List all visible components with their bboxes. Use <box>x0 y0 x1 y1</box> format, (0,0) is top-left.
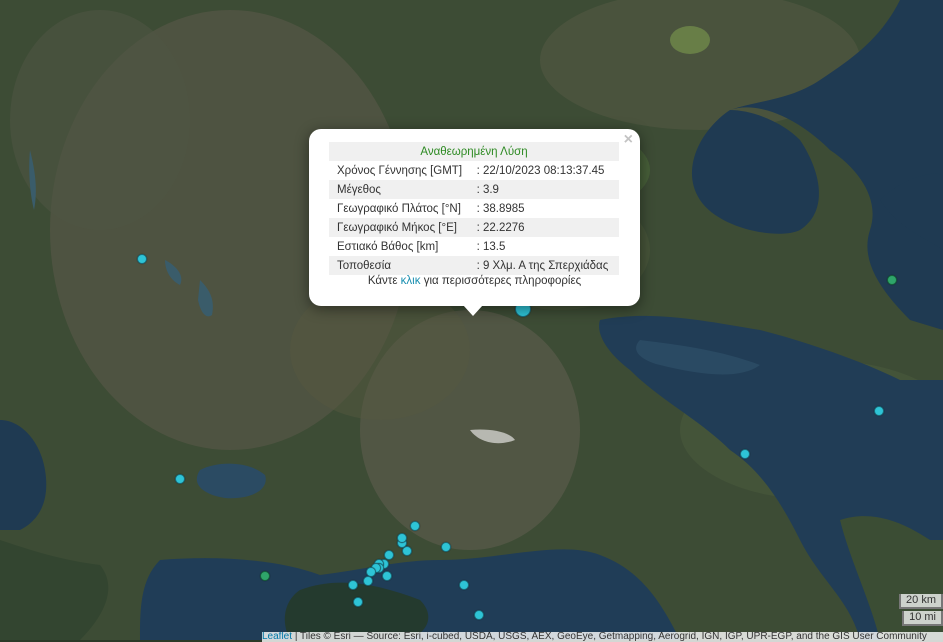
earthquake-marker[interactable] <box>402 546 413 556</box>
scale-bar-mi: 10 mi <box>902 611 943 626</box>
tiles-attribution: | Tiles © Esri — Source: Esri, i-cubed, … <box>294 632 927 642</box>
earthquake-marker[interactable] <box>260 571 271 582</box>
row-label: Γεωγραφικό Μήκος [°E] <box>329 218 473 237</box>
leaflet-link[interactable]: Leaflet <box>262 632 292 642</box>
popup-title: Αναθεωρημένη Λύση <box>329 142 619 161</box>
map-attribution: Leaflet | Tiles © Esri — Source: Esri, i… <box>262 632 943 642</box>
earthquake-marker[interactable] <box>381 571 392 582</box>
scale-bar-km: 20 km <box>899 594 943 609</box>
row-label: Χρόνος Γέννησης [GMT] <box>337 164 463 177</box>
row-value: : 38.8985 <box>476 202 525 215</box>
row-value: : 13.5 <box>476 240 506 253</box>
earthquake-marker[interactable] <box>396 533 407 544</box>
earthquake-marker[interactable] <box>873 406 884 417</box>
popup-tip <box>463 305 483 316</box>
more-info-link[interactable]: κλικ <box>401 275 421 287</box>
map-canvas[interactable] <box>0 0 943 640</box>
popup-row: Γεωγραφικό Πλάτος [°N] : 38.8985 <box>329 199 619 218</box>
earthquake-marker[interactable] <box>409 520 420 531</box>
close-icon[interactable]: × <box>624 132 633 148</box>
row-value: : 3.9 <box>472 180 619 199</box>
more-info-line: Κάντε κλικ για περισσότερες πληροφορίες <box>309 275 640 287</box>
more-info-suffix: για περισσότερες πληροφορίες <box>423 275 582 287</box>
popup-row: Χρόνος Γέννησης [GMT] : 22/10/2023 08:13:… <box>329 161 619 180</box>
earthquake-marker[interactable] <box>136 253 147 264</box>
earthquake-marker[interactable] <box>440 541 451 552</box>
popup-row: Γεωγραφικό Μήκος [°E]: 22.2276 <box>329 218 619 237</box>
row-label: Μέγεθος <box>329 180 473 199</box>
row-label: Τοποθεσία <box>329 256 473 275</box>
row-value: : 22/10/2023 08:13:37.45 <box>476 164 605 177</box>
earthquake-marker[interactable] <box>175 473 186 484</box>
row-label: Εστιακό Βάθος [km] <box>337 240 439 253</box>
popup-row: Μέγεθος: 3.9 <box>329 180 619 199</box>
earthquake-marker[interactable] <box>458 579 469 590</box>
earthquake-marker[interactable] <box>739 448 750 459</box>
popup-details-table: Αναθεωρημένη Λύση Χρόνος Γέννησης [GMT]:… <box>329 142 619 275</box>
satellite-basemap <box>0 0 943 640</box>
earthquake-marker[interactable] <box>348 579 358 590</box>
row-value: : 22.2276 <box>472 218 619 237</box>
earthquake-marker[interactable] <box>353 596 364 607</box>
earthquake-marker[interactable] <box>474 609 485 620</box>
earthquake-marker[interactable] <box>363 575 374 586</box>
more-info-prefix: Κάντε <box>367 275 398 287</box>
popup-row: Τοποθεσία: 9 Χλμ. Α της Σπερχιάδας <box>329 256 619 275</box>
earthquake-popup: × Αναθεωρημένη Λύση Χρόνος Γέννησης [GMT… <box>309 129 640 306</box>
earthquake-marker[interactable] <box>886 274 897 285</box>
row-value: : 9 Χλμ. Α της Σπερχιάδας <box>472 256 619 275</box>
row-label: Γεωγραφικό Πλάτος [°N] <box>337 202 461 215</box>
popup-row: Εστιακό Βάθος [km] : 13.5 <box>329 237 619 256</box>
